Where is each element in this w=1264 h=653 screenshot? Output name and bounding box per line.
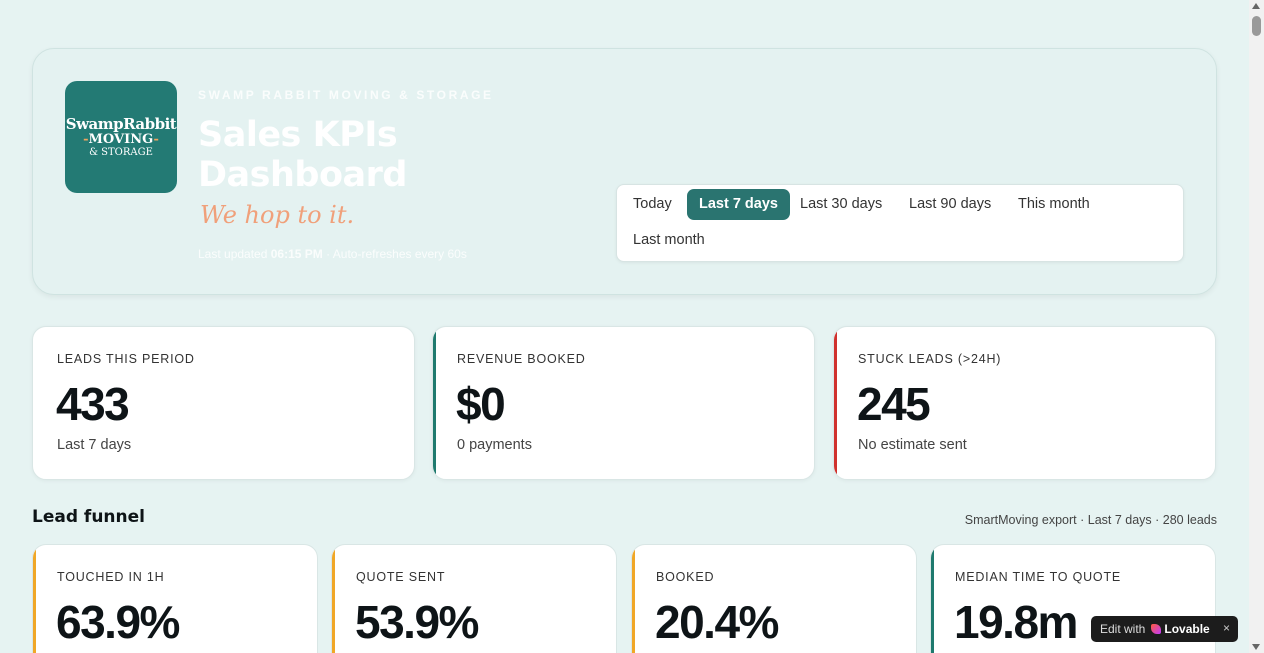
kpi-value: 433 [56, 378, 130, 430]
lovable-heart-icon [1151, 624, 1162, 634]
range-option-last-30-days[interactable]: Last 30 days [788, 189, 894, 220]
funnel-label: MEDIAN TIME TO QUOTE [955, 570, 1122, 584]
edit-with-lovable-badge[interactable]: Edit with Lovable × [1091, 616, 1238, 642]
funnel-label: BOOKED [656, 570, 715, 584]
funnel-accent-bar [931, 545, 934, 653]
funnel-title: Lead funnel [32, 507, 145, 527]
range-option-this-month[interactable]: This month [1006, 189, 1102, 220]
kpi-label: LEADS THIS PERIOD [57, 352, 195, 366]
close-icon[interactable]: × [1223, 621, 1230, 635]
kpi-card-leads: LEADS THIS PERIOD 433 Last 7 days [32, 326, 415, 480]
kpi-card-stuck-leads: STUCK LEADS (>24H) 245 No estimate sent [833, 326, 1216, 480]
kpi-value: 245 [857, 378, 931, 430]
kpi-card-revenue: REVENUE BOOKED $0 0 payments [432, 326, 815, 480]
logo-line-3: & STORAGE [89, 146, 153, 158]
funnel-card-touched: TOUCHED IN 1H 63.9% [32, 544, 318, 653]
kpi-accent-bar [433, 327, 436, 479]
funnel-accent-bar [632, 545, 635, 653]
company-name: SWAMP RABBIT MOVING & STORAGE [198, 88, 494, 102]
last-updated-time: 06:15 PM [270, 247, 323, 261]
tagline: We hop to it. [200, 201, 355, 229]
scrollbar-thumb[interactable] [1252, 16, 1261, 36]
badge-edit-text: Edit with [1100, 622, 1146, 636]
kpi-sub: No estimate sent [858, 437, 967, 453]
range-option-last-90-days[interactable]: Last 90 days [897, 189, 1003, 220]
kpi-value: $0 [456, 378, 506, 430]
funnel-value: 63.9% [56, 596, 180, 648]
kpi-label: STUCK LEADS (>24H) [858, 352, 1002, 366]
kpi-accent-bar [834, 327, 837, 479]
funnel-row: TOUCHED IN 1H 63.9% QUOTE SENT 53.9% BOO… [32, 544, 1217, 653]
funnel-meta: SmartMoving export · Last 7 days · 280 l… [964, 513, 1217, 527]
dashboard-page: SwampRabbit -MOVING- & STORAGE SWAMP RAB… [32, 48, 1217, 653]
scroll-up-arrow-icon[interactable] [1252, 3, 1260, 9]
kpi-sub: 0 payments [457, 437, 532, 453]
scroll-down-arrow-icon[interactable] [1252, 644, 1260, 650]
funnel-card-quote-sent: QUOTE SENT 53.9% [331, 544, 617, 653]
badge-brand-text: Lovable [1164, 622, 1210, 636]
kpi-label: REVENUE BOOKED [457, 352, 586, 366]
company-logo: SwampRabbit -MOVING- & STORAGE [65, 81, 177, 193]
funnel-label: QUOTE SENT [356, 570, 446, 584]
logo-line-1: SwampRabbit [65, 114, 177, 133]
kpi-row: LEADS THIS PERIOD 433 Last 7 days REVENU… [32, 326, 1217, 480]
funnel-label: TOUCHED IN 1H [57, 570, 165, 584]
funnel-value: 20.4% [655, 596, 779, 648]
header-card: SwampRabbit -MOVING- & STORAGE SWAMP RAB… [32, 48, 1217, 295]
range-option-last-7-days[interactable]: Last 7 days [687, 189, 790, 220]
funnel-accent-bar [33, 545, 36, 653]
date-range-selector: Today Last 7 days Last 30 days Last 90 d… [616, 184, 1184, 262]
funnel-accent-bar [332, 545, 335, 653]
funnel-value: 19.8m [954, 596, 1078, 648]
logo-line-2: -MOVING- [83, 131, 159, 147]
kpi-sub: Last 7 days [57, 437, 132, 453]
vertical-scrollbar[interactable] [1249, 0, 1264, 653]
range-option-last-month[interactable]: Last month [621, 225, 717, 256]
last-updated: Last updated 06:15 PM · Auto-refreshes e… [198, 247, 467, 261]
funnel-value: 53.9% [355, 596, 479, 648]
funnel-card-booked: BOOKED 20.4% [631, 544, 917, 653]
page-title: Sales KPIs Dashboard [198, 115, 407, 195]
range-option-today[interactable]: Today [621, 189, 684, 220]
